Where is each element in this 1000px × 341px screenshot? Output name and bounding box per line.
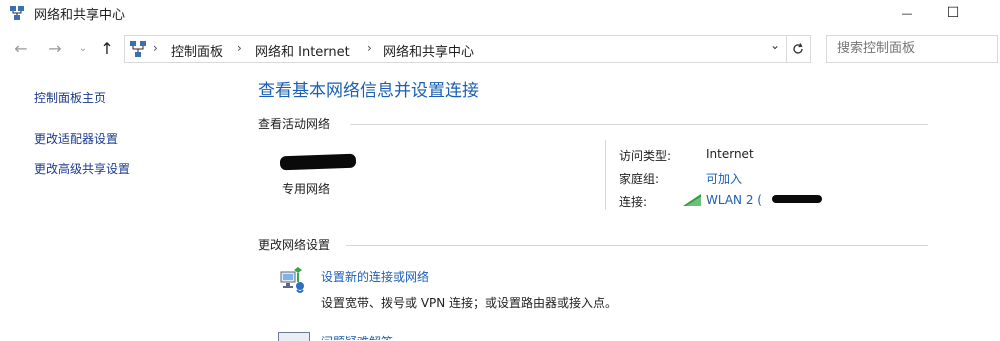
refresh-button[interactable] — [786, 35, 811, 63]
troubleshoot-link[interactable]: 问题疑难解答 — [321, 333, 393, 340]
control-panel-network-icon — [130, 41, 146, 57]
network-type: 专用网络 — [282, 182, 331, 196]
search-box[interactable] — [826, 35, 998, 63]
breadcrumb-network-internet[interactable]: 网络和 Internet — [255, 41, 350, 60]
network-center-app-icon — [10, 6, 24, 20]
breadcrumb-separator[interactable]: › — [367, 41, 372, 55]
forward-button[interactable]: → — [44, 33, 66, 63]
page-title: 查看基本网络信息并设置连接 — [258, 81, 479, 101]
maximize-button[interactable]: ☐ — [930, 0, 976, 26]
recent-locations-button[interactable]: ⌄ — [76, 33, 90, 63]
title-bar: 网络和共享中心 — ☐ — [0, 0, 1000, 26]
up-button[interactable]: ↑ — [96, 33, 118, 63]
back-arrow-icon: ← — [14, 38, 28, 58]
homegroup-label: 家庭组: — [619, 172, 660, 186]
access-type-label: 访问类型: — [619, 149, 672, 163]
navigation-bar: ← → ⌄ ↑ › 控制面板 › 网络和 Internet › 网络和共享中心 … — [0, 33, 1000, 63]
chevron-down-icon: ⌄ — [78, 42, 88, 54]
setup-new-connection-description: 设置宽带、拨号或 VPN 连接；或设置路由器或接入点。 — [321, 296, 618, 310]
active-networks-header: 查看活动网络 — [258, 117, 331, 131]
up-arrow-icon: ↑ — [100, 38, 114, 58]
minimize-button[interactable]: — — [884, 0, 930, 26]
search-input[interactable] — [835, 40, 989, 57]
wifi-signal-icon — [683, 194, 701, 206]
minimize-icon: — — [901, 6, 913, 20]
breadcrumb-separator[interactable]: › — [237, 41, 242, 55]
close-button[interactable] — [976, 0, 1000, 26]
homegroup-link[interactable]: 可加入 — [706, 170, 742, 187]
address-bar[interactable]: › 控制面板 › 网络和 Internet › 网络和共享中心 — [124, 35, 787, 63]
network-setup-icon — [280, 267, 304, 293]
sidebar-item-advanced-sharing[interactable]: 更改高级共享设置 — [34, 160, 130, 177]
sidebar-item-control-panel-home[interactable]: 控制面板主页 — [34, 89, 106, 106]
connections-label: 连接: — [619, 195, 648, 209]
change-settings-header: 更改网络设置 — [258, 238, 331, 252]
address-dropdown-icon[interactable]: ⌄ — [770, 38, 784, 56]
connection-link[interactable]: WLAN 2 ( — [706, 193, 762, 207]
back-button[interactable]: ← — [10, 33, 32, 63]
breadcrumb-network-sharing-center[interactable]: 网络和共享中心 — [383, 41, 474, 60]
window-title: 网络和共享中心 — [34, 8, 126, 23]
section-divider — [350, 124, 928, 125]
sidebar-item-adapter-settings[interactable]: 更改适配器设置 — [34, 130, 118, 147]
access-type-value: Internet — [706, 147, 754, 161]
setup-new-connection-link[interactable]: 设置新的连接或网络 — [321, 268, 429, 285]
breadcrumb-control-panel[interactable]: 控制面板 — [171, 41, 223, 60]
maximize-icon: ☐ — [946, 5, 960, 21]
refresh-icon — [793, 43, 803, 54]
vertical-divider — [605, 140, 606, 210]
redacted-ssid — [772, 195, 822, 203]
section-divider — [346, 245, 928, 246]
forward-arrow-icon: → — [48, 38, 62, 58]
redacted-network-name — [279, 153, 357, 171]
breadcrumb-separator[interactable]: › — [153, 41, 158, 55]
